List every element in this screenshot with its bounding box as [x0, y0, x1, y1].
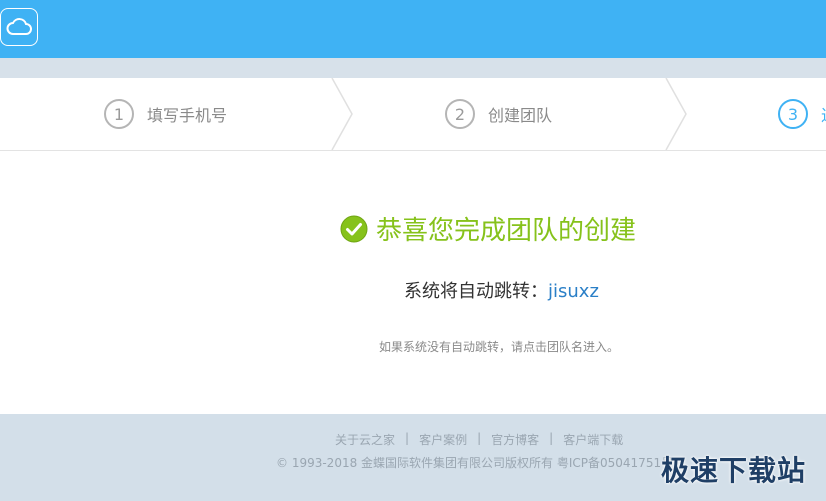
footer-link-cases[interactable]: 客户案例	[419, 431, 467, 448]
step-2-number: 2	[445, 99, 475, 129]
footer-separator: |	[477, 431, 482, 445]
footer-link-blog[interactable]: 官方博客	[491, 431, 539, 448]
footer-links: 关于云之家 | 客户案例 | 官方博客 | 客户端下载	[335, 431, 623, 448]
footer-separator: |	[549, 431, 554, 445]
header-spacer	[0, 58, 826, 78]
step-1-number: 1	[104, 99, 134, 129]
step-progress-bar: 1 填写手机号 2 创建团队 3 进	[0, 78, 826, 151]
step-2: 2 创建团队	[445, 78, 552, 150]
footer-link-download[interactable]: 客户端下载	[563, 431, 623, 448]
step-3: 3 进	[778, 78, 826, 150]
redirect-prefix: 系统将自动跳转：	[404, 281, 548, 302]
redirect-hint: 如果系统没有自动跳转，请点击团队名进入。	[379, 340, 620, 354]
footer-link-about[interactable]: 关于云之家	[335, 431, 395, 448]
step-1: 1 填写手机号	[104, 78, 227, 150]
step-divider-arrow	[331, 78, 353, 150]
success-message: 恭喜您完成团队的创建	[340, 210, 636, 247]
success-title: 恭喜您完成团队的创建	[376, 216, 637, 246]
step-2-label: 创建团队	[488, 106, 553, 125]
cloud-icon	[6, 18, 32, 35]
redirect-notice: 系统将自动跳转：jisuxz	[404, 277, 599, 303]
copyright-text: © 1993-2018 金蝶国际软件集团有限公司版权所有 粤ICP备050417…	[276, 456, 674, 470]
footer-separator: |	[405, 431, 410, 445]
step-1-label: 填写手机号	[147, 106, 228, 125]
watermark-logo: 极速下载站	[660, 454, 806, 487]
check-circle-icon	[340, 215, 368, 242]
top-bar	[0, 0, 826, 58]
step-divider-arrow	[665, 78, 687, 150]
step-3-number: 3	[778, 99, 808, 129]
step-3-label: 进	[821, 102, 826, 126]
cloud-logo-button[interactable]	[0, 8, 38, 46]
team-name-link[interactable]: jisuxz	[548, 281, 599, 302]
